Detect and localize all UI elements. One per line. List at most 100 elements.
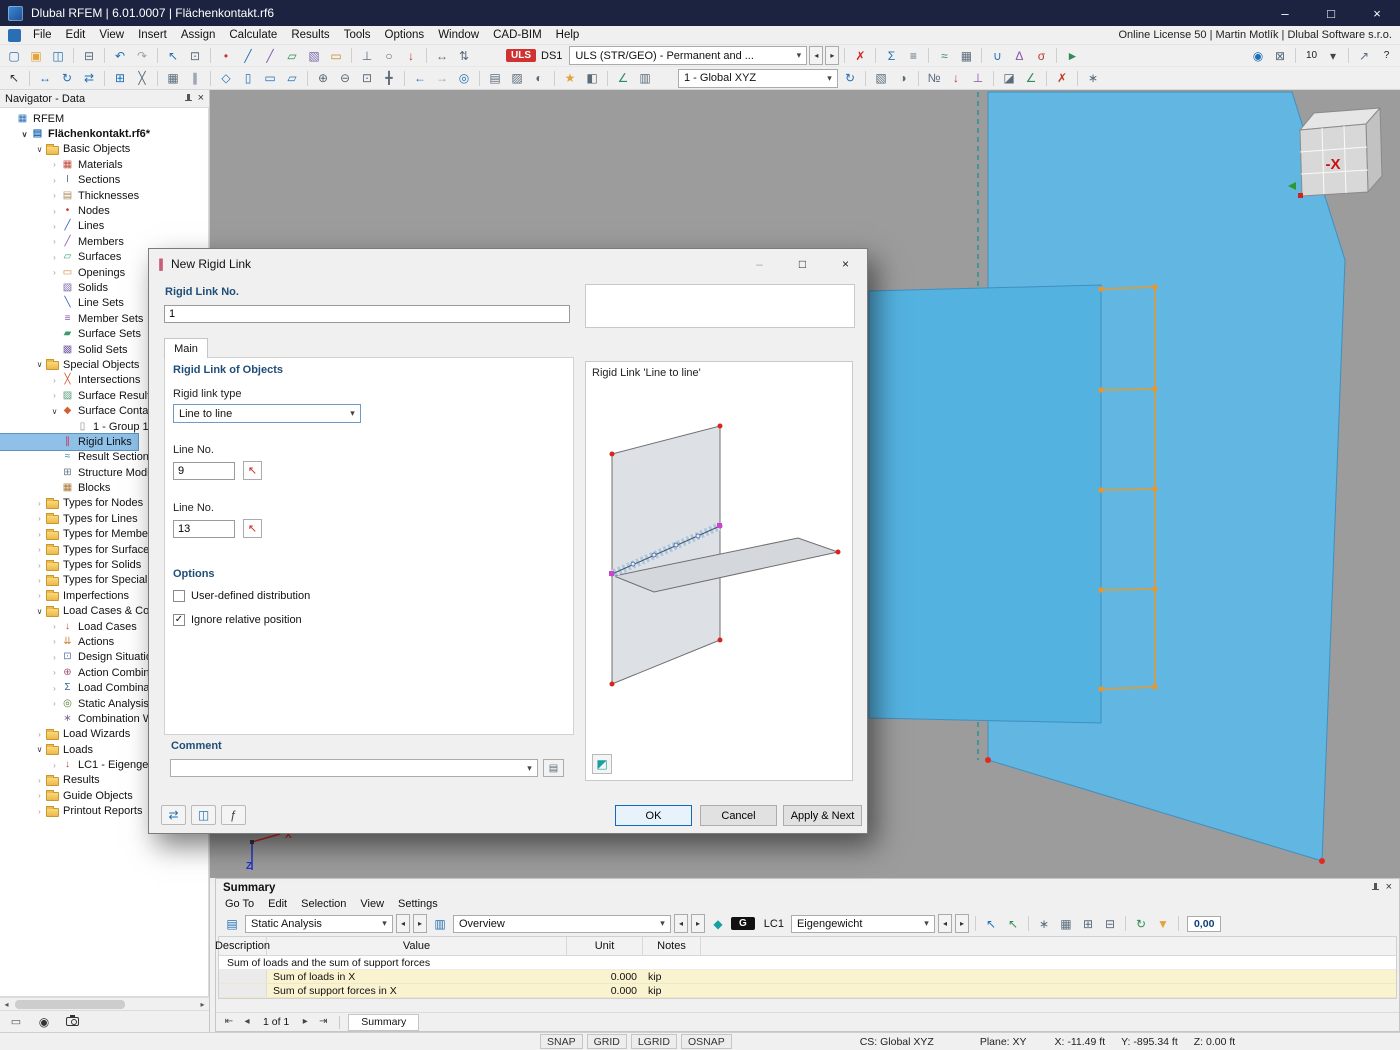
- animate-results-button[interactable]: ►: [1062, 46, 1082, 66]
- maximize-button[interactable]: □: [1308, 0, 1354, 26]
- tree-item-lines[interactable]: › ╱ Lines: [0, 219, 110, 234]
- refresh-results-button[interactable]: ↻: [1131, 914, 1151, 934]
- snap-settings-button[interactable]: ∠: [613, 68, 633, 88]
- tree-item-member-sets[interactable]: ≡ Member Sets: [0, 311, 149, 326]
- line1-input[interactable]: [173, 462, 235, 480]
- mirror-button[interactable]: ⇄: [79, 68, 99, 88]
- tree-item-rigid-links[interactable]: ∥ Rigid Links: [0, 433, 139, 451]
- rotate-view-button[interactable]: ↻: [840, 68, 860, 88]
- menu-tools[interactable]: Tools: [337, 27, 378, 43]
- ignore-relative-position-option[interactable]: ✓ Ignore relative position: [173, 614, 302, 626]
- ok-button[interactable]: OK: [615, 805, 692, 826]
- result-view-combo[interactable]: Overview ▾: [453, 914, 671, 933]
- clipping-box-button[interactable]: ⊠: [1270, 46, 1290, 66]
- tree-expander-icon[interactable]: ›: [49, 222, 60, 231]
- tree-expander-icon[interactable]: ∨: [19, 130, 30, 139]
- guideline-button[interactable]: ∥: [185, 68, 205, 88]
- status-toggle-snap[interactable]: SNAP: [540, 1034, 583, 1049]
- tree-expander-icon[interactable]: ›: [49, 237, 60, 246]
- pin-icon[interactable]: [184, 94, 193, 103]
- line2-input[interactable]: [173, 520, 235, 538]
- tree-expander-icon[interactable]: ›: [49, 160, 60, 169]
- help-button[interactable]: ?: [1376, 46, 1396, 66]
- scroll-right-icon[interactable]: ▸: [196, 1000, 209, 1009]
- tree-expander-icon[interactable]: ∨: [34, 145, 45, 154]
- pick-line1-button[interactable]: ↖: [243, 461, 262, 480]
- redo-button[interactable]: ↷: [132, 46, 152, 66]
- show-results-button[interactable]: ≈: [934, 46, 954, 66]
- load-tool-button[interactable]: ↓: [401, 46, 421, 66]
- tree-expander-icon[interactable]: ›: [34, 807, 45, 816]
- result-view-button[interactable]: ▥: [430, 914, 450, 934]
- surface-tool-button[interactable]: ▱: [282, 46, 302, 66]
- pick-line2-button[interactable]: ↖: [243, 519, 262, 538]
- show-supports-button[interactable]: ⊥: [968, 68, 988, 88]
- situation-next-button[interactable]: ▸: [825, 46, 840, 65]
- view-in-x-button[interactable]: ▯: [238, 68, 258, 88]
- deformations-button[interactable]: ∪: [987, 46, 1007, 66]
- decimal-display[interactable]: 0,00: [1186, 915, 1222, 932]
- tree-expander-icon[interactable]: ›: [49, 668, 60, 677]
- summary-menu-view[interactable]: View: [353, 897, 391, 911]
- edit-mode-button[interactable]: ↗: [1354, 46, 1374, 66]
- status-toggle-osnap[interactable]: OSNAP: [680, 1034, 732, 1049]
- analysis-type-button[interactable]: ▤: [222, 914, 242, 934]
- menu-cad-bim[interactable]: CAD-BIM: [486, 27, 549, 43]
- print-button[interactable]: ⊟: [79, 46, 99, 66]
- tree-item-rfem[interactable]: ▦ RFEM: [0, 111, 70, 126]
- analysis-previous-button[interactable]: ◂: [396, 914, 410, 933]
- analysis-next-button[interactable]: ▸: [413, 914, 427, 933]
- rigid-link-type-combo[interactable]: Line to line ▾: [173, 404, 361, 423]
- solid-display-button[interactable]: ▨: [507, 68, 527, 88]
- table-row[interactable]: Sum of support forces in X 0.000 kip: [219, 984, 1396, 998]
- view-next-button[interactable]: ▸: [691, 914, 705, 933]
- summary-menu-selection[interactable]: Selection: [294, 897, 353, 911]
- grid-settings-button[interactable]: ▥: [635, 68, 655, 88]
- default-parameters-button[interactable]: ƒ: [221, 805, 246, 825]
- show-numbering-button[interactable]: №: [924, 68, 944, 88]
- tree-item-result-sections[interactable]: ≈ Result Sections: [0, 450, 160, 465]
- design-situation-combo[interactable]: ULS (STR/GEO) - Permanent and ... ▾: [569, 46, 808, 65]
- tree-expander-icon[interactable]: ›: [34, 591, 45, 600]
- tree-item-line-sets[interactable]: ╲ Line Sets: [0, 296, 130, 311]
- opening-tool-button[interactable]: ▭: [326, 46, 346, 66]
- dialog-title-bar[interactable]: ∥ New Rigid Link – □ ×: [149, 249, 867, 279]
- next-page-button[interactable]: ▸: [297, 1014, 313, 1030]
- tree-expander-icon[interactable]: ›: [34, 499, 45, 508]
- tree-item-results[interactable]: › Results: [0, 773, 106, 788]
- pin-icon[interactable]: [1371, 883, 1380, 892]
- table-row[interactable]: Sum of loads in X 0.000 kip: [219, 970, 1396, 984]
- comment-templates-button[interactable]: ▤: [543, 759, 564, 777]
- navigator-horizontal-scrollbar[interactable]: ◂ ▸: [0, 997, 209, 1010]
- next-view-button[interactable]: →: [432, 68, 452, 88]
- tree-expander-icon[interactable]: ›: [49, 653, 60, 662]
- close-icon[interactable]: ×: [1386, 882, 1392, 893]
- status-toggle-lgrid[interactable]: LGRID: [630, 1034, 677, 1049]
- tree-item-intersections[interactable]: › ╳ Intersections: [0, 373, 146, 388]
- situation-previous-button[interactable]: ◂: [809, 46, 824, 65]
- summary-menu-go-to[interactable]: Go To: [218, 897, 261, 911]
- previous-page-button[interactable]: ◂: [239, 1014, 255, 1030]
- tree-item-flächenkontakt-rf6[interactable]: ∨ ▤ Flächenkontakt.rf6*: [0, 126, 156, 141]
- scrollbar-thumb[interactable]: [15, 999, 125, 1009]
- tree-item-types-for-nodes[interactable]: › Types for Nodes: [0, 496, 149, 511]
- show-loads-button[interactable]: ↓: [946, 68, 966, 88]
- support-tool-button[interactable]: ⊥: [357, 46, 377, 66]
- new-model-button[interactable]: ▢: [4, 46, 24, 66]
- isolate-selection-button[interactable]: ◪: [999, 68, 1019, 88]
- tree-item-imperfections[interactable]: › Imperfections: [0, 588, 135, 603]
- dialog-minimize-button[interactable]: –: [738, 249, 781, 279]
- tree-expander-icon[interactable]: ›: [49, 391, 60, 400]
- visibility-button[interactable]: ◉: [1248, 46, 1268, 66]
- calculate-all-button[interactable]: Σ: [881, 46, 901, 66]
- copy-object-button[interactable]: ⊞: [110, 68, 130, 88]
- view-previous-button[interactable]: ◂: [674, 914, 688, 933]
- render-settings-button[interactable]: ◑: [893, 68, 913, 88]
- delete-results-button[interactable]: ✗: [850, 46, 870, 66]
- dimension-tool-button[interactable]: ↔: [432, 46, 452, 66]
- tree-item-special-objects[interactable]: ∨ Special Objects: [0, 357, 145, 372]
- zoom-in-button[interactable]: ⊕: [313, 68, 333, 88]
- filter-results-button[interactable]: ▼: [1153, 914, 1173, 934]
- tree-item-openings[interactable]: › ▭ Openings: [0, 265, 131, 280]
- close-icon[interactable]: ×: [198, 93, 204, 104]
